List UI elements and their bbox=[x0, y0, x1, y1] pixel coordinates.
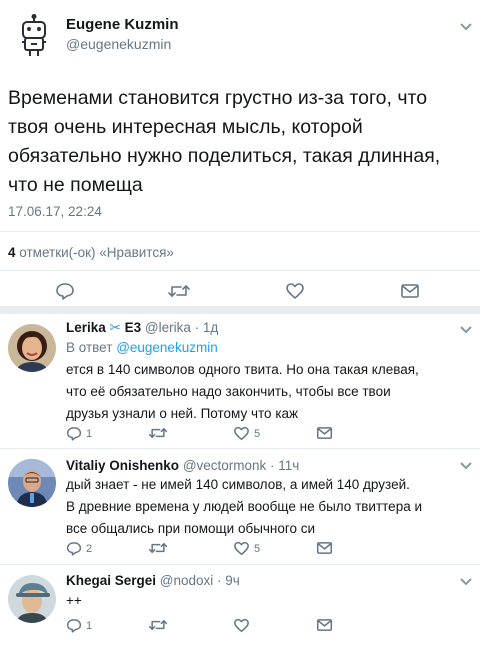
reply-text-line: ++ bbox=[66, 593, 82, 608]
reply-meta: @vectormonk · 11ч bbox=[182, 458, 300, 473]
reply-count: 2 bbox=[86, 542, 93, 555]
likes-label: отметки(-ок) «Нравится» bbox=[19, 245, 174, 260]
reply-author-name[interactable]: Khegai Sergei bbox=[66, 573, 156, 588]
avatar[interactable] bbox=[8, 459, 56, 507]
chevron-down-icon[interactable] bbox=[459, 325, 473, 335]
tweet-timestamp[interactable]: 17.06.17, 22:24 bbox=[8, 204, 102, 219]
reply-actions: 1 bbox=[0, 618, 480, 636]
reply-actions: 1 5 bbox=[0, 426, 480, 444]
like-button[interactable] bbox=[233, 618, 250, 633]
like-count: 5 bbox=[254, 542, 261, 555]
reply-text-line: ется в 140 символов одного твита. Но она… bbox=[66, 362, 419, 377]
reply-to: В ответ @eugenekuzmin bbox=[66, 338, 218, 358]
reply-text-line: все общались при помощи обычного си bbox=[66, 521, 316, 536]
tweet-text-line: твоя очень интересная мысль, которой bbox=[8, 116, 363, 138]
heart-icon bbox=[234, 618, 249, 633]
tweet-actions bbox=[0, 280, 480, 304]
reply-icon bbox=[66, 619, 82, 633]
reply-header: Lerika ✂ E3 @lerika · 1д bbox=[66, 320, 218, 336]
reply-tweet[interactable]: Lerika ✂ E3 @lerika · 1д В ответ @eugene… bbox=[0, 314, 480, 447]
heart-icon[interactable] bbox=[285, 282, 305, 300]
like-count: 5 bbox=[254, 427, 261, 440]
reply-text-line: что её обязательно надо закончить, чтобы… bbox=[66, 384, 391, 399]
chevron-down-icon[interactable] bbox=[459, 461, 473, 471]
reply-actions: 2 5 bbox=[0, 541, 480, 559]
reply-count: 1 bbox=[86, 427, 93, 440]
envelope-icon bbox=[316, 427, 333, 439]
retweet-button[interactable] bbox=[148, 426, 168, 440]
reply-to-prefix: В ответ bbox=[66, 340, 113, 355]
reply-text-line: В древние времена у людей вообще не было… bbox=[66, 499, 422, 514]
divider bbox=[0, 231, 480, 232]
retweet-icon bbox=[148, 620, 168, 630]
heart-icon bbox=[234, 426, 249, 441]
reply-button[interactable]: 2 bbox=[66, 541, 92, 556]
dm-button[interactable] bbox=[316, 618, 333, 632]
tweet-text: Временами становится грустно из-за того,… bbox=[8, 84, 468, 200]
envelope-icon bbox=[316, 619, 333, 631]
reply-author-suffix: E3 bbox=[124, 320, 142, 335]
scissors-icon: ✂ bbox=[109, 320, 125, 335]
dm-button[interactable] bbox=[316, 426, 333, 440]
main-tweet: Eugene Kuzmin @eugenekuzmin Временами ст… bbox=[0, 0, 480, 313]
reply-header: Khegai Sergei @nodoxi · 9ч bbox=[66, 573, 240, 588]
reply-icon[interactable] bbox=[55, 282, 75, 300]
avatar[interactable] bbox=[8, 575, 56, 623]
reply-text-line: дый знает - не имей 140 символов, а имей… bbox=[66, 477, 410, 492]
heart-icon bbox=[234, 541, 249, 556]
retweet-icon bbox=[148, 543, 168, 553]
author-name[interactable]: Eugene Kuzmin bbox=[66, 16, 179, 33]
reply-button[interactable]: 1 bbox=[66, 618, 92, 633]
tweet-text-line: Временами становится грустно из-за того,… bbox=[8, 87, 428, 109]
reply-tweet[interactable]: Khegai Sergei @nodoxi · 9ч ++ 1 bbox=[0, 565, 480, 651]
retweet-button[interactable] bbox=[148, 618, 168, 632]
likes-count: 4 bbox=[8, 245, 16, 260]
envelope-icon bbox=[316, 542, 333, 554]
reply-icon bbox=[66, 542, 82, 556]
likes-stat[interactable]: 4 отметки(-ок) «Нравится» bbox=[8, 245, 174, 260]
divider bbox=[0, 270, 480, 271]
chevron-down-icon[interactable] bbox=[459, 22, 473, 32]
like-button[interactable]: 5 bbox=[233, 541, 260, 556]
reply-button[interactable]: 1 bbox=[66, 426, 92, 441]
reply-header: Vitaliy Onishenko @vectormonk · 11ч bbox=[66, 458, 299, 473]
retweet-icon bbox=[148, 428, 168, 438]
reply-to-handle[interactable]: @eugenekuzmin bbox=[116, 340, 218, 355]
dm-button[interactable] bbox=[316, 541, 333, 555]
reply-icon bbox=[66, 427, 82, 441]
section-separator bbox=[0, 306, 480, 314]
reply-meta: @lerika · 1д bbox=[144, 320, 219, 335]
reply-meta: @nodoxi · 9ч bbox=[159, 573, 240, 588]
retweet-icon[interactable] bbox=[167, 283, 191, 299]
chevron-down-icon[interactable] bbox=[459, 577, 473, 587]
retweet-button[interactable] bbox=[148, 541, 168, 555]
robot-avatar[interactable] bbox=[12, 14, 56, 58]
reply-tweet[interactable]: Vitaliy Onishenko @vectormonk · 11ч дый … bbox=[0, 449, 480, 563]
envelope-icon[interactable] bbox=[400, 283, 420, 299]
avatar[interactable] bbox=[8, 324, 56, 372]
like-button[interactable]: 5 bbox=[233, 426, 260, 441]
author-handle[interactable]: @eugenekuzmin bbox=[66, 36, 171, 52]
tweet-text-line: что не помеща bbox=[8, 174, 143, 196]
reply-text-line: друзья узнали о ней. Потому что каж bbox=[66, 406, 299, 421]
reply-author-name[interactable]: Vitaliy Onishenko bbox=[66, 458, 179, 473]
tweet-text-line: обязательно нужно поделиться, такая длин… bbox=[8, 145, 441, 167]
reply-author-name[interactable]: Lerika bbox=[66, 320, 106, 335]
reply-count: 1 bbox=[86, 619, 93, 632]
